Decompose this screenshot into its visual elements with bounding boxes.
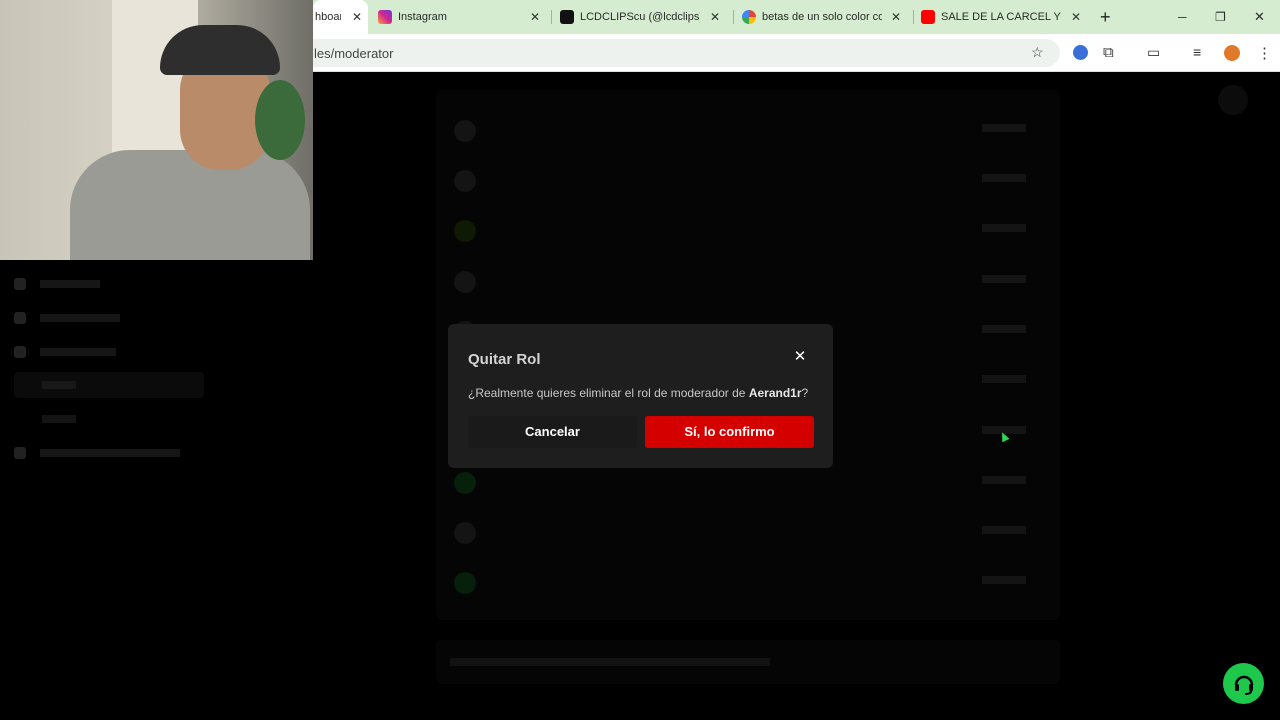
close-tab-icon[interactable]: ✕ [352,10,362,24]
list-item [454,212,1044,250]
sidebar-item-1[interactable] [14,271,204,297]
tab-title: SALE DE LA CARCEL Y GAN [941,11,1061,23]
list-item [454,464,1044,502]
sidebar-icon [14,278,26,290]
message-end: ? [801,386,809,400]
headset-icon[interactable] [1223,663,1264,704]
puzzle-icon[interactable]: ⧉ [1103,44,1114,61]
avatar [454,120,476,142]
list-item [454,263,1044,301]
tab-title: Instagram [398,11,447,23]
reading-list-icon[interactable]: ▭ [1147,44,1160,61]
tab-tiktok[interactable]: LCDCLIPScu (@lcdclips) | Ti ✕ [560,0,726,34]
close-tab-icon[interactable]: ✕ [530,10,540,24]
list-item [454,112,1044,150]
youtube-icon [921,10,935,24]
tiktok-icon [560,10,574,24]
remove-action[interactable] [982,576,1026,584]
tab-title: LCDCLIPScu (@lcdclips) | Ti [580,11,700,23]
tab-divider [551,10,552,24]
tab-youtube[interactable]: SALE DE LA CARCEL Y GAN ✕ [921,0,1087,34]
sidebar-item-5[interactable] [14,406,204,432]
avatar [454,522,476,544]
user-avatar[interactable] [1218,85,1248,115]
minimize-button[interactable]: ─ [1178,0,1192,34]
tab-divider [733,10,734,24]
dialog-title: Quitar Rol [468,351,541,368]
list-item [454,162,1044,200]
remove-action[interactable] [982,375,1026,383]
close-tab-icon[interactable]: ✕ [1071,10,1081,24]
tab-instagram[interactable]: Instagram ✕ [378,0,546,34]
close-icon[interactable]: ✕ [792,349,808,365]
remove-action[interactable] [982,124,1026,132]
avatar [454,220,476,242]
cancel-button[interactable]: Cancelar [468,416,637,448]
sidebar-item-4[interactable] [14,372,204,398]
restore-button[interactable]: ❐ [1215,0,1229,34]
url-bar[interactable]: les/moderator [300,39,1060,67]
url-text: les/moderator [314,46,394,61]
remove-action[interactable] [982,526,1026,534]
avatar [454,170,476,192]
tab-google-search[interactable]: betas de un solo color com ✕ [742,0,907,34]
remove-action[interactable] [982,476,1026,484]
close-window-button[interactable]: ✕ [1254,0,1268,34]
instagram-icon [378,10,392,24]
remove-action[interactable] [982,224,1026,232]
close-tab-icon[interactable]: ✕ [891,10,901,24]
sidebar-icon [14,346,26,358]
sidebar-icon [14,312,26,324]
headset-icon-graphic [1234,675,1253,695]
sidebar-item-6[interactable] [14,440,204,466]
list-item [454,564,1044,602]
google-icon [742,10,756,24]
kebab-menu-icon[interactable]: ⋮ [1257,44,1272,62]
avatar [454,271,476,293]
tab-title: betas de un solo color com [762,11,882,23]
remove-action[interactable] [982,325,1026,333]
dialog-message: ¿Realmente quieres eliminar el rol de mo… [468,386,808,400]
close-tab-icon[interactable]: ✕ [710,10,720,24]
avatar [454,572,476,594]
webcam-overlay [0,0,313,260]
tab-dashboard[interactable]: hboar ✕ [313,0,368,34]
list-item [454,514,1044,552]
remove-role-dialog: Quitar Rol ✕ ¿Realmente quieres eliminar… [448,324,833,468]
extension-icon[interactable] [1073,45,1088,60]
tab-title: hboar [315,11,341,23]
confirm-button[interactable]: Sí, lo confirmo [645,416,814,448]
sidebar-item-2[interactable] [14,305,204,331]
sidebar-icon [14,447,26,459]
remove-action[interactable] [982,275,1026,283]
avatar [454,472,476,494]
media-control-icon[interactable]: ≡ [1193,44,1201,60]
new-tab-button[interactable]: + [1100,0,1120,34]
sidebar-item-3[interactable] [14,339,204,365]
faq-accordion[interactable] [436,640,1060,684]
moderator-username: Aerand1r [748,386,802,400]
star-icon[interactable]: ☆ [1031,44,1044,61]
message-text: ¿Realmente quieres eliminar el rol de mo… [468,386,749,400]
remove-action[interactable] [982,174,1026,182]
tab-divider [913,10,914,24]
profile-avatar[interactable] [1224,45,1240,61]
